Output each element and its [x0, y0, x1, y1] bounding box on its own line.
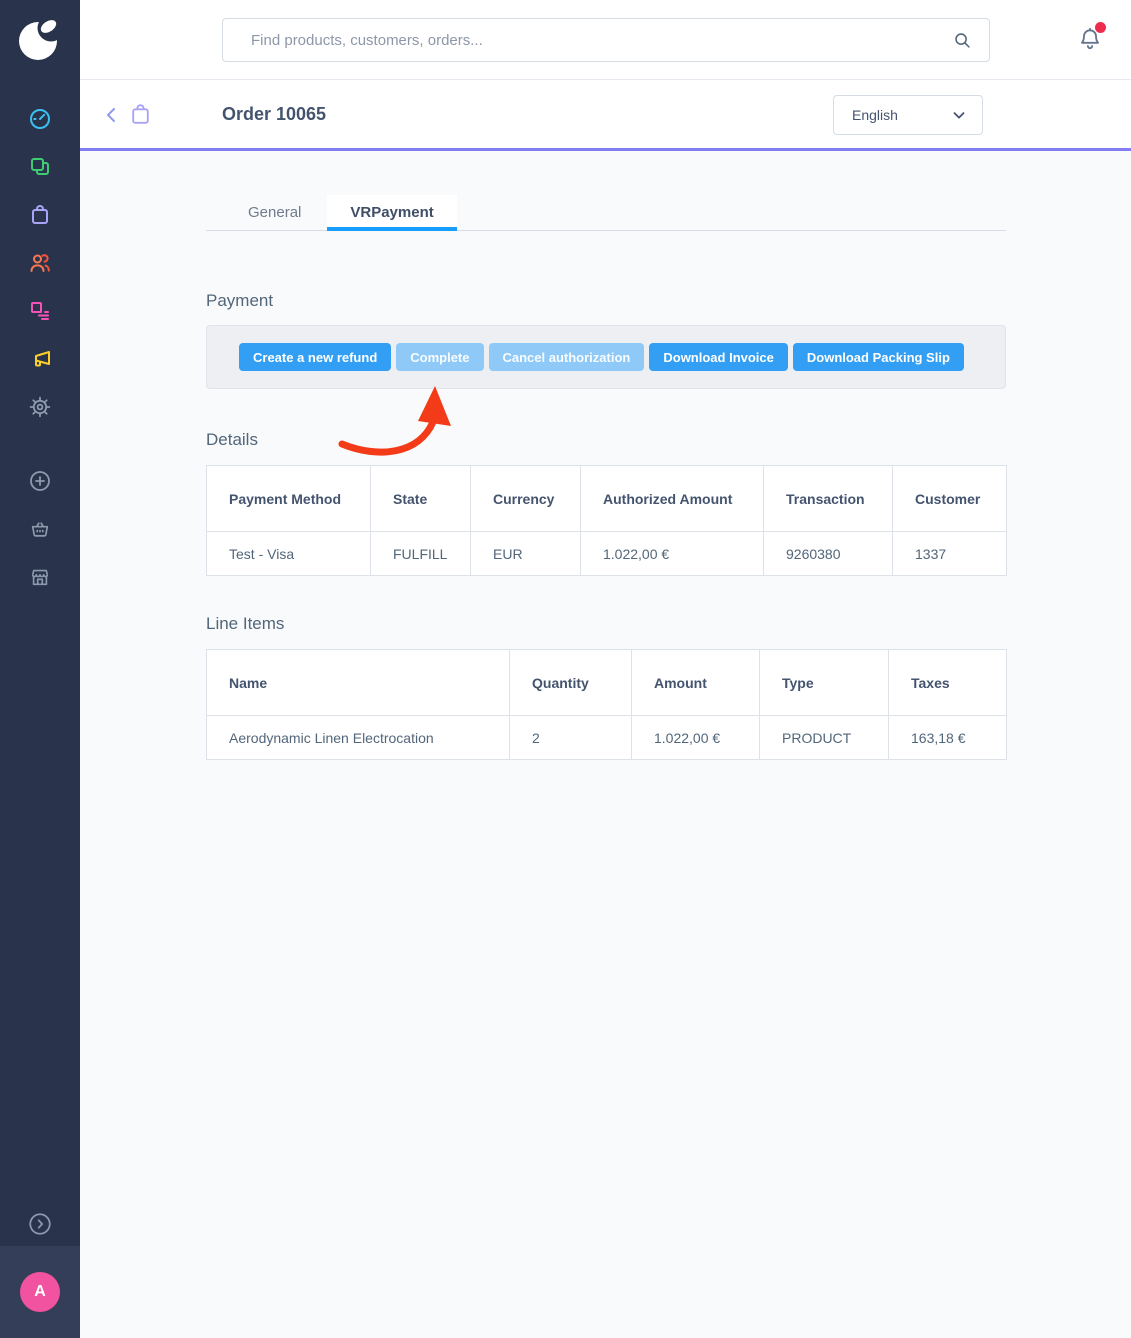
line-items-cell-name: Aerodynamic Linen Electrocation [207, 716, 510, 760]
complete-button[interactable]: Complete [396, 343, 483, 371]
orders-icon [28, 203, 52, 227]
line-items-col-name: Name [207, 650, 510, 716]
download-packing-slip-button[interactable]: Download Packing Slip [793, 343, 964, 371]
line-items-heading: Line Items [206, 614, 284, 634]
annotation-arrow-icon [334, 384, 460, 462]
smart-bar: Order 10065 English [80, 80, 1131, 151]
global-search[interactable] [222, 18, 990, 62]
shopware-logo[interactable] [0, 0, 80, 80]
help-expand-icon [27, 1211, 53, 1237]
sidebar-expand-button[interactable] [0, 1200, 80, 1248]
notifications-button[interactable] [1077, 26, 1103, 59]
line-items-cell-quantity: 2 [510, 716, 632, 760]
create-refund-button[interactable]: Create a new refund [239, 343, 391, 371]
dashboard-icon [28, 107, 52, 131]
details-col-payment-method: Payment Method [207, 466, 371, 532]
line-items-col-quantity: Quantity [510, 650, 632, 716]
tab-vrpayment[interactable]: VRPayment [327, 195, 456, 230]
chevron-left-icon [100, 103, 124, 127]
sidebar: A [0, 0, 80, 1338]
details-col-authorized-amount: Authorized Amount [581, 466, 764, 532]
search-input[interactable] [223, 19, 951, 61]
sidebar-user-menu[interactable]: A [0, 1246, 80, 1338]
back-button[interactable] [100, 103, 124, 127]
line-items-table: Name Quantity Amount Type Taxes Aerodyna… [206, 649, 1007, 760]
language-select[interactable]: English [833, 95, 983, 135]
sidebar-item-dashboard[interactable] [0, 95, 80, 143]
sidebar-item-content[interactable] [0, 287, 80, 335]
details-cell-payment-method: Test - Visa [207, 532, 371, 576]
add-circle-icon [28, 469, 52, 493]
sidebar-item-customers[interactable] [0, 239, 80, 287]
settings-icon [28, 395, 52, 419]
line-items-col-amount: Amount [632, 650, 760, 716]
payment-actions-card: Create a new refund Complete Cancel auth… [206, 325, 1006, 389]
line-items-header-row: Name Quantity Amount Type Taxes [207, 650, 1007, 716]
details-header-row: Payment Method State Currency Authorized… [207, 466, 1007, 532]
page-title: Order 10065 [222, 104, 326, 125]
sidebar-item-basket[interactable] [0, 505, 80, 553]
catalogues-icon [28, 155, 52, 179]
details-col-customer: Customer [893, 466, 1007, 532]
chevron-down-icon [950, 106, 968, 124]
sidebar-item-settings[interactable] [0, 383, 80, 431]
details-col-currency: Currency [471, 466, 581, 532]
shopware-logo-icon [17, 17, 63, 63]
top-bar [80, 0, 1131, 80]
line-items-col-taxes: Taxes [889, 650, 1007, 716]
sidebar-item-storefront[interactable] [0, 553, 80, 601]
basket-icon [29, 518, 51, 540]
details-cell-customer: 1337 [893, 532, 1007, 576]
content-icon [28, 299, 52, 323]
language-select-value: English [852, 107, 898, 123]
table-row: Test - Visa FULFILL EUR 1.022,00 € 92603… [207, 532, 1007, 576]
tab-general[interactable]: General [222, 195, 327, 230]
payment-heading: Payment [206, 291, 273, 311]
details-heading: Details [206, 430, 258, 450]
sidebar-item-catalogues[interactable] [0, 143, 80, 191]
details-col-transaction: Transaction [764, 466, 893, 532]
table-row: Aerodynamic Linen Electrocation 2 1.022,… [207, 716, 1007, 760]
tab-bar: General VRPayment [206, 195, 1006, 231]
sidebar-item-add[interactable] [0, 457, 80, 505]
search-icon[interactable] [951, 29, 973, 51]
details-cell-state: FULFILL [371, 532, 471, 576]
line-items-cell-amount: 1.022,00 € [632, 716, 760, 760]
line-items-cell-taxes: 163,18 € [889, 716, 1007, 760]
order-bag-icon [128, 102, 153, 127]
line-items-cell-type: PRODUCT [760, 716, 889, 760]
download-invoice-button[interactable]: Download Invoice [649, 343, 788, 371]
details-cell-currency: EUR [471, 532, 581, 576]
details-table: Payment Method State Currency Authorized… [206, 465, 1007, 576]
sidebar-item-orders[interactable] [0, 191, 80, 239]
avatar[interactable]: A [20, 1272, 60, 1312]
marketing-icon [28, 347, 52, 371]
details-col-state: State [371, 466, 471, 532]
notification-badge [1095, 22, 1106, 33]
customers-icon [28, 251, 52, 275]
cancel-authorization-button[interactable]: Cancel authorization [489, 343, 645, 371]
details-cell-authorized-amount: 1.022,00 € [581, 532, 764, 576]
line-items-col-type: Type [760, 650, 889, 716]
sidebar-item-marketing[interactable] [0, 335, 80, 383]
storefront-icon [29, 566, 51, 588]
details-cell-transaction: 9260380 [764, 532, 893, 576]
